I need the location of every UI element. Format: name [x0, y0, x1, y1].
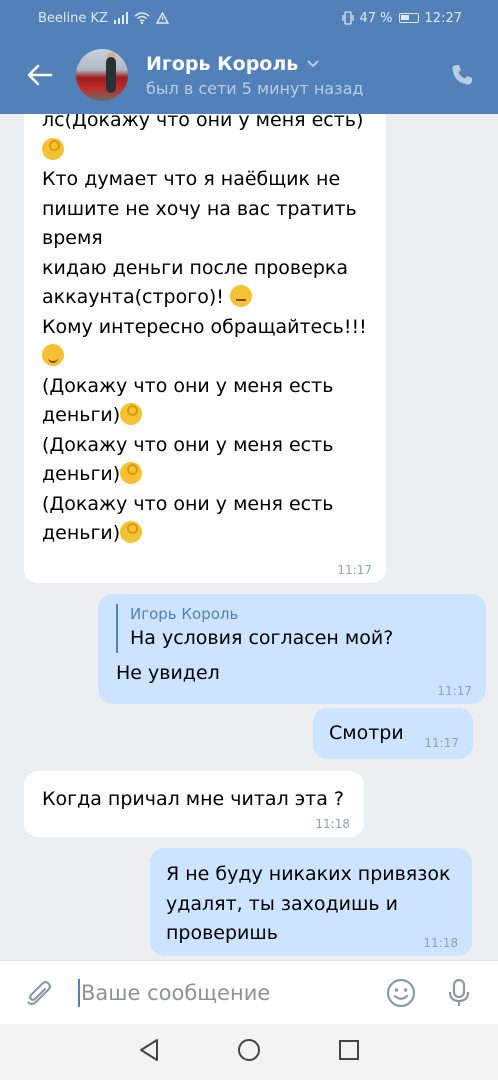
- reply-text: На условия согласен мой?: [130, 627, 394, 649]
- thinking-emoji-icon: [229, 285, 252, 307]
- ok-hand-emoji-icon: [42, 137, 64, 160]
- relieved-emoji-icon: [42, 344, 64, 366]
- wifi-icon: [134, 12, 150, 24]
- carrier-label: Beeline KZ: [38, 10, 108, 26]
- top-bar: Beeline KZ 47 % 12:27 Игорь Король был в…: [0, 0, 498, 114]
- nav-home-button[interactable]: [237, 1038, 261, 1066]
- voice-button[interactable]: [442, 976, 476, 1010]
- back-button[interactable]: [24, 59, 56, 91]
- message-outgoing-2[interactable]: Смотри 11:17: [313, 708, 473, 759]
- status-bar: Beeline KZ 47 % 12:27: [0, 0, 498, 36]
- ok-hand-emoji-icon: [120, 521, 143, 543]
- nav-back-icon: [140, 1039, 159, 1061]
- chevron-down-icon: [307, 60, 319, 68]
- text-cursor: [78, 978, 80, 1007]
- emoji-button[interactable]: [384, 976, 418, 1010]
- message-outgoing-3[interactable]: Я не буду никаких привязок удалят, ты за…: [150, 848, 472, 956]
- warning-icon: [155, 12, 169, 24]
- message-incoming-1[interactable]: Бюджет на киви 20.000р в лс(Докажу что о…: [24, 77, 386, 583]
- message-composer: Ваше сообщение: [0, 960, 498, 1024]
- message-time: 11:18: [423, 936, 458, 950]
- emoji-icon: [386, 978, 416, 1007]
- message-time: 11:17: [424, 736, 459, 750]
- message-time: 11:17: [337, 563, 372, 577]
- chat-title-block[interactable]: Игорь Король был в сети 5 минут назад: [146, 53, 446, 98]
- microphone-icon: [448, 978, 470, 1006]
- reply-quote[interactable]: Игорь Король На условия согласен мой?: [116, 604, 472, 653]
- avatar[interactable]: [76, 49, 128, 101]
- vibrate-icon: [341, 11, 354, 25]
- system-nav-bar: [0, 1024, 498, 1080]
- message-text: Смотри: [329, 722, 404, 744]
- message-text: Не увидел: [116, 662, 220, 684]
- clock: 12:27: [424, 10, 462, 26]
- message-outgoing-reply[interactable]: Игорь Король На условия согласен мой? Не…: [98, 594, 486, 704]
- battery-percent: 47 %: [359, 10, 393, 26]
- reply-author: Игорь Король: [130, 605, 239, 623]
- contact-name: Игорь Король: [146, 52, 299, 75]
- message-placeholder: Ваше сообщение: [81, 980, 271, 1005]
- message-input[interactable]: Ваше сообщение: [78, 978, 384, 1007]
- ok-hand-emoji-icon: [120, 403, 143, 425]
- message-text: Когда причал мне читал эта ?: [42, 788, 345, 810]
- ok-hand-emoji-icon: [120, 462, 143, 484]
- back-arrow-icon: [27, 64, 53, 86]
- nav-back-button[interactable]: [138, 1038, 160, 1066]
- call-button[interactable]: [446, 59, 478, 91]
- chat-header: Игорь Король был в сети 5 минут назад: [0, 36, 498, 114]
- attach-icon: [27, 980, 51, 1005]
- phone-icon: [452, 65, 472, 85]
- message-time: 11:17: [437, 684, 472, 698]
- nav-home-icon: [237, 1039, 260, 1061]
- message-time: 11:18: [315, 817, 350, 831]
- nav-recents-button[interactable]: [338, 1039, 360, 1065]
- contact-status: был в сети 5 минут назад: [146, 78, 364, 98]
- message-text: Я не буду никаких привязок удалят, ты за…: [166, 863, 451, 944]
- signal-icon: [113, 12, 128, 24]
- message-text: лс(Докажу что они у меня есть) Кто думае…: [42, 109, 367, 544]
- attach-button[interactable]: [22, 976, 56, 1010]
- nav-recents-icon: [338, 1040, 359, 1060]
- message-incoming-2[interactable]: Когда причал мне читал эта ? 11:18: [24, 771, 364, 837]
- battery-icon: [398, 13, 419, 23]
